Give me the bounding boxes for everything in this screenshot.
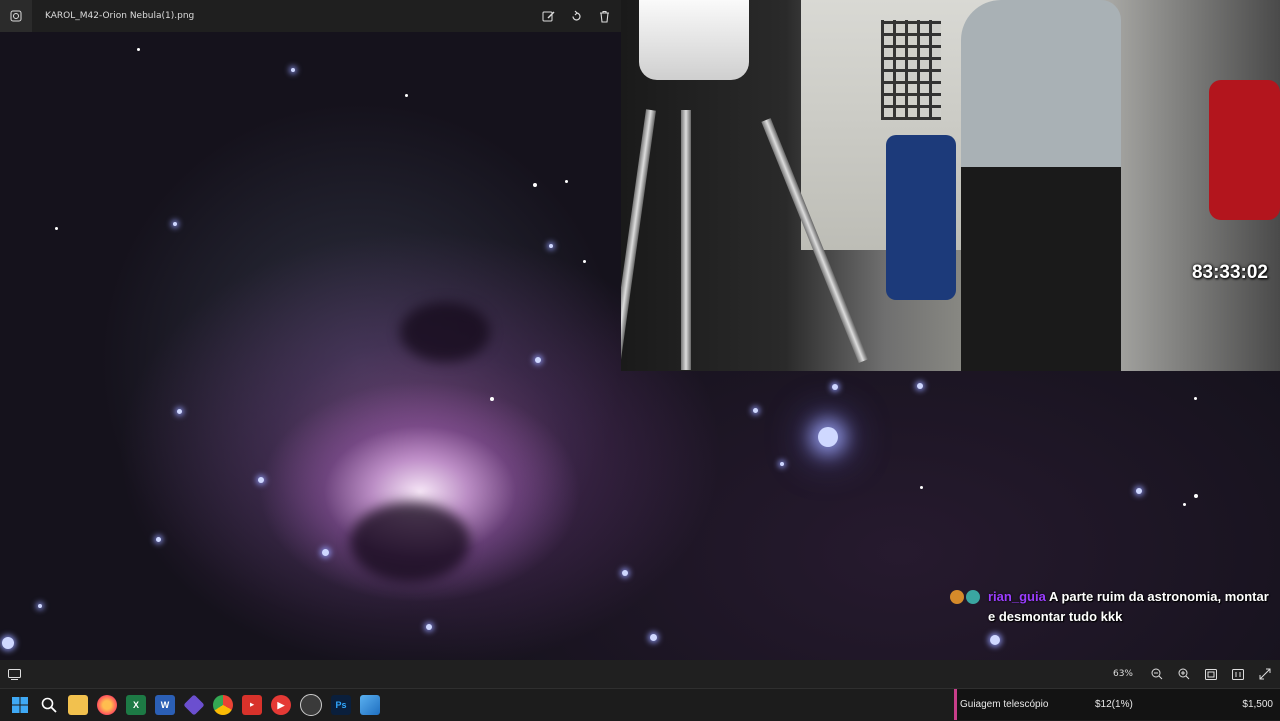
actual-size-icon[interactable]	[1230, 667, 1245, 682]
webcam-barrel	[886, 135, 956, 300]
stream-timer: 83:33:02	[1191, 262, 1268, 283]
star	[177, 409, 182, 414]
star	[490, 397, 494, 401]
reindeer-badge-icon	[950, 590, 964, 604]
photos-app-icon[interactable]	[0, 0, 32, 32]
delete-icon[interactable]	[595, 7, 613, 25]
viewer-statusbar: 63%	[0, 660, 1280, 688]
stream-goal-bar: Guiagem telescópio $12(1%) $1,500	[954, 689, 1280, 720]
chat-message: rian_guia A parte ruim da astronomia, mo…	[950, 587, 1275, 627]
viewer-titlebar: KAROL_M42-Orion Nebula(1).png	[0, 0, 621, 32]
webcam-tripod-leg	[681, 110, 691, 370]
star	[1194, 494, 1198, 498]
star	[173, 222, 177, 226]
goal-target: $1,500	[1242, 699, 1273, 710]
rotate-icon[interactable]	[567, 7, 585, 25]
globe-badge-icon	[966, 590, 980, 604]
word-icon[interactable]: W	[155, 695, 175, 715]
bright-star	[818, 427, 838, 447]
star	[322, 549, 329, 556]
webcam-person	[961, 0, 1121, 371]
photoshop-icon[interactable]: Ps	[331, 695, 351, 715]
star	[1136, 488, 1142, 494]
star	[990, 635, 1000, 645]
star	[533, 183, 537, 187]
fit-to-window-icon[interactable]	[1203, 667, 1218, 682]
file-title: KAROL_M42-Orion Nebula(1).png	[45, 11, 195, 21]
webcam-overlay: 83:33:02	[621, 0, 1280, 371]
star	[55, 227, 58, 230]
search-icon[interactable]	[39, 695, 59, 715]
star	[137, 48, 140, 51]
star	[2, 637, 14, 649]
chat-overlay: rian_guia A parte ruim da astronomia, mo…	[950, 587, 1275, 627]
firefox-icon[interactable]	[97, 695, 117, 715]
filmstrip-icon[interactable]	[8, 667, 22, 681]
zoom-out-icon[interactable]	[1149, 667, 1164, 682]
webcam-window-grille	[881, 20, 941, 120]
star	[583, 260, 586, 263]
excel-icon[interactable]: X	[126, 695, 146, 715]
star	[832, 384, 838, 390]
star	[549, 244, 553, 248]
star	[565, 180, 568, 183]
chrome-icon[interactable]	[213, 695, 233, 715]
nebula-dark-lane	[400, 302, 490, 362]
webcam-tripod-leg	[621, 109, 656, 369]
obsidian-icon[interactable]	[183, 694, 205, 716]
video-editor-icon[interactable]: ▶	[242, 695, 262, 715]
star	[650, 634, 657, 641]
star	[917, 383, 923, 389]
star	[753, 408, 758, 413]
nebula-dark-lane	[350, 502, 470, 582]
file-explorer-icon[interactable]	[68, 695, 88, 715]
obs-studio-icon[interactable]	[300, 694, 322, 716]
star	[405, 94, 408, 97]
webcam-telescope-mount	[639, 0, 749, 80]
star	[291, 68, 295, 72]
chat-username: rian_guia	[988, 589, 1046, 604]
goal-label: Guiagem telescópio	[960, 699, 1049, 710]
fullscreen-icon[interactable]	[1257, 667, 1272, 682]
star	[535, 357, 541, 363]
star	[622, 570, 628, 576]
chat-badges	[950, 587, 980, 607]
zoom-level: 63%	[1112, 669, 1133, 679]
photos-icon[interactable]	[360, 695, 380, 715]
windows-start-icon[interactable]	[10, 695, 30, 715]
goal-progress: $12(1%)	[1095, 699, 1133, 710]
star	[38, 604, 42, 608]
edit-icon[interactable]	[539, 7, 557, 25]
image-viewer-window: KAROL_M42-Orion Nebula(1).png 83:33:02 r…	[0, 0, 1280, 688]
star	[780, 462, 784, 466]
star	[920, 486, 923, 489]
star	[258, 477, 264, 483]
star	[156, 537, 161, 542]
zoom-in-icon[interactable]	[1176, 667, 1191, 682]
media-player-icon[interactable]: ▶	[271, 695, 291, 715]
star	[1183, 503, 1186, 506]
webcam-red-bag	[1209, 80, 1280, 220]
star	[1194, 397, 1197, 400]
star	[426, 624, 432, 630]
